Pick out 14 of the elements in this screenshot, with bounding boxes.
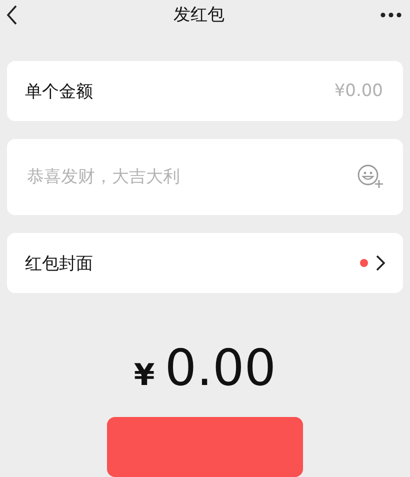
cover-row[interactable]: 红包封面 (7, 233, 403, 293)
back-icon (6, 4, 18, 24)
total-amount: 0.00 (164, 339, 276, 397)
back-button[interactable] (6, 4, 18, 24)
more-icon (380, 12, 402, 18)
emoji-add-icon[interactable] (357, 164, 385, 190)
chevron-right-icon (376, 255, 385, 271)
currency-symbol: ¥ (134, 358, 155, 393)
page-title: 发红包 (174, 4, 224, 26)
more-button[interactable] (380, 12, 402, 18)
greeting-field[interactable]: 恭喜发财，大吉大利 (25, 166, 357, 188)
amount-label: 单个金额 (25, 80, 93, 102)
amount-field[interactable]: ¥0.00 (261, 80, 385, 102)
cover-label: 红包封面 (25, 252, 93, 274)
